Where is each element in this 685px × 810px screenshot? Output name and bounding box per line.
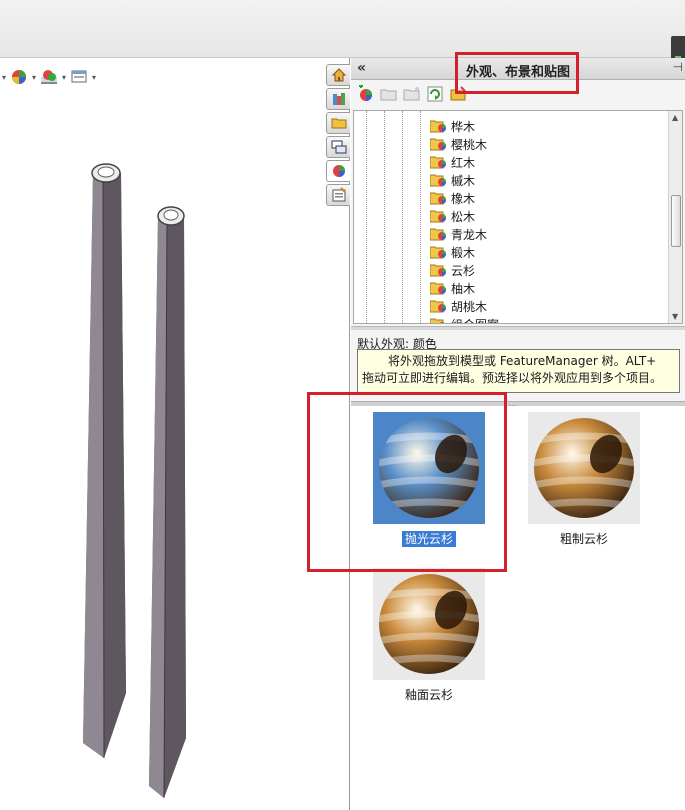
tree-item[interactable]: 青龙木: [429, 225, 499, 243]
design-library-icon: [332, 93, 345, 105]
tree-list: 桦木樱桃木红木槭木橡木松木青龙木椴木云杉柚木胡桃木组合图案: [429, 117, 499, 324]
appearances-tree[interactable]: 桦木樱桃木红木槭木橡木松木青龙木椴木云杉柚木胡桃木组合图案 ▲ ▼: [353, 110, 683, 324]
tree-item[interactable]: 云杉: [429, 261, 499, 279]
appearance-folder-icon: [429, 137, 447, 151]
appearance-folder-icon: [429, 191, 447, 205]
tooltip-line-1: 将外观拖放到模型或 FeatureManager 树。ALT+: [388, 354, 657, 368]
appearance-folder-icon: [429, 317, 447, 323]
appearance-folder-icon: [429, 281, 447, 295]
tree-item[interactable]: 樱桃木: [429, 135, 499, 153]
tab-view-palette[interactable]: [326, 136, 350, 158]
collapse-panel-button[interactable]: «: [357, 60, 366, 76]
pin-icon[interactable]: ⊣: [673, 60, 683, 74]
task-pane-tabs: [326, 64, 350, 206]
tree-item-label: 椴木: [451, 245, 476, 260]
tree-splitter[interactable]: [351, 326, 685, 330]
tree-item-label: 胡桃木: [451, 299, 488, 314]
tree-item[interactable]: 椴木: [429, 243, 499, 261]
graphics-viewport[interactable]: ▾ ▾ ▾ ▾: [0, 58, 350, 810]
tab-design-library[interactable]: [326, 88, 350, 110]
appearance-folder-icon: [429, 245, 447, 259]
appearance-folder-icon: [429, 209, 447, 223]
tab-file-explorer[interactable]: [326, 112, 350, 134]
tree-item-label: 橡木: [451, 191, 476, 206]
appearance-swatch[interactable]: 粗制云杉: [528, 412, 640, 546]
tooltip-line-2: 拖动可立即进行编辑。预选择以将外观应用到多个项目。: [362, 371, 663, 385]
tree-item[interactable]: 组合图案: [429, 315, 499, 324]
custom-properties-icon: [332, 187, 346, 202]
scroll-up-icon[interactable]: ▲: [672, 113, 678, 122]
appearance-folder-icon: [429, 263, 447, 277]
tree-item[interactable]: 桦木: [429, 117, 499, 135]
appearance-folder-icon: [429, 155, 447, 169]
home-icon: [331, 68, 346, 82]
tab-custom-properties[interactable]: [326, 184, 350, 206]
highlight-box-swatch: [307, 392, 507, 572]
help-tooltip: 将外观拖放到模型或 FeatureManager 树。ALT+ 拖动可立即进行编…: [357, 349, 680, 393]
tree-item-label: 青龙木: [451, 227, 488, 242]
tree-item-label: 红木: [451, 155, 476, 170]
tree-item-label: 槭木: [451, 173, 476, 188]
tree-item-label: 松木: [451, 209, 476, 224]
add-appearance-icon[interactable]: [357, 84, 375, 103]
top-toolbar-area: [0, 0, 685, 58]
tab-appearances[interactable]: [326, 160, 350, 182]
tree-item-label: 柚木: [451, 281, 476, 296]
appearance-folder-icon: [429, 119, 447, 133]
appearance-folder-icon: [429, 299, 447, 313]
tree-item[interactable]: 红木: [429, 153, 499, 171]
appearance-folder-icon: [429, 173, 447, 187]
tree-item-label: 组合图案: [451, 316, 499, 324]
tree-item[interactable]: 槭木: [429, 171, 499, 189]
open-folder-icon[interactable]: [380, 85, 398, 103]
tree-scrollbar[interactable]: ▲ ▼: [668, 111, 682, 323]
sphere-preview-icon: [528, 412, 640, 524]
sphere-preview-icon: [373, 568, 485, 680]
tree-item[interactable]: 柚木: [429, 279, 499, 297]
tab-home[interactable]: [326, 64, 350, 86]
tree-item[interactable]: 胡桃木: [429, 297, 499, 315]
tree-item-label: 云杉: [451, 263, 476, 278]
scroll-down-icon[interactable]: ▼: [672, 312, 678, 321]
tree-item[interactable]: 橡木: [429, 189, 499, 207]
swatch-label: 粗制云杉: [559, 532, 608, 546]
file-explorer-icon: [331, 118, 346, 129]
tree-item-label: 樱桃木: [451, 137, 488, 152]
appearances-icon: [332, 165, 345, 177]
new-folder-icon[interactable]: [403, 85, 421, 103]
refresh-icon[interactable]: [426, 85, 444, 103]
model-columns[interactable]: [0, 58, 350, 810]
view-palette-icon: [331, 140, 346, 154]
tree-item[interactable]: 松木: [429, 207, 499, 225]
appearance-folder-icon: [429, 227, 447, 241]
solidworks-window: ▾ ▾ ▾ ▾ « 外观、布景和贴图 ⊣ 桦木 樱桃木 红木 槭木 橡木 松木 …: [0, 0, 685, 810]
scroll-thumb[interactable]: [671, 195, 681, 247]
appearance-swatch[interactable]: 釉面云杉: [373, 568, 485, 702]
tree-item-label: 桦木: [451, 119, 476, 134]
highlight-box-title: [455, 52, 579, 94]
swatch-label: 釉面云杉: [404, 688, 453, 702]
